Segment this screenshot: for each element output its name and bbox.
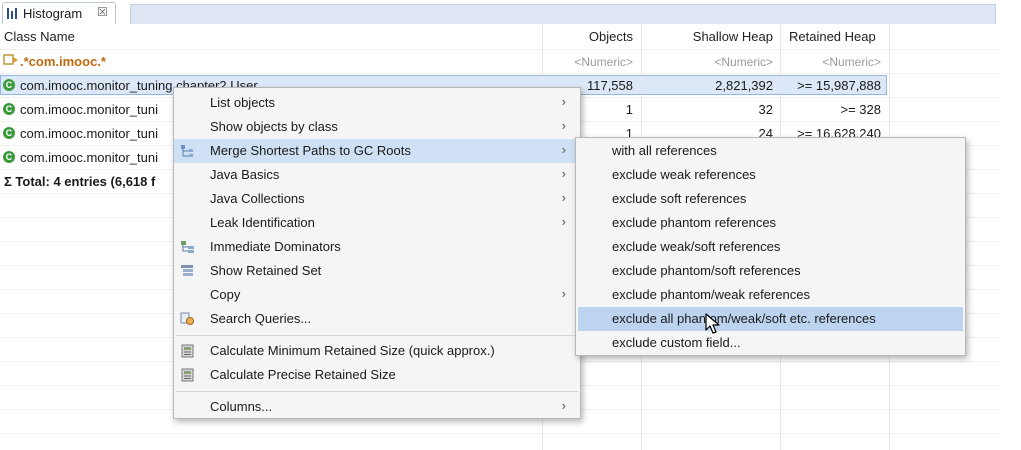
submenu-item-exclude-custom-field[interactable]: exclude custom field...: [576, 331, 965, 355]
table-row-shallow-heap: 32: [758, 102, 773, 117]
submenu-item-with-all-references[interactable]: with all references: [576, 139, 965, 163]
total-row: Σ Total: 4 entries (6,618 f: [4, 174, 156, 189]
class-icon: C: [3, 79, 15, 91]
submenu-item-exclude-weak-soft[interactable]: exclude weak/soft references: [576, 235, 965, 259]
chevron-right-icon: ›: [561, 398, 566, 413]
submenu-item-exclude-phantom-weak[interactable]: exclude phantom/weak references: [576, 283, 965, 307]
close-icon[interactable]: ☒: [97, 5, 108, 19]
table-row-retained-heap: >= 15,987,888: [797, 78, 881, 93]
chevron-right-icon: ›: [561, 166, 566, 181]
submenu-item-exclude-weak[interactable]: exclude weak references: [576, 163, 965, 187]
calculator-icon: [181, 368, 194, 382]
menu-item-merge-shortest-paths[interactable]: Merge Shortest Paths to GC Roots ›: [174, 139, 580, 163]
menu-item-calculate-minimum-retained-size[interactable]: Calculate Minimum Retained Size (quick a…: [174, 339, 580, 363]
row-divider: [0, 49, 1000, 50]
menu-item-show-objects-by-class[interactable]: Show objects by class ›: [174, 115, 580, 139]
calculator-icon: [181, 344, 194, 358]
menu-item-copy[interactable]: Copy ›: [174, 283, 580, 307]
submenu-item-exclude-phantom[interactable]: exclude phantom references: [576, 211, 965, 235]
chevron-right-icon: ›: [561, 190, 566, 205]
submenu-item-exclude-phantom-soft[interactable]: exclude phantom/soft references: [576, 259, 965, 283]
mouse-pointer-icon: [705, 313, 720, 334]
class-name-filter[interactable]: .*com.imooc.*: [20, 54, 106, 69]
menu-item-calculate-precise-retained-size[interactable]: Calculate Precise Retained Size: [174, 363, 580, 387]
context-menu: List objects › Show objects by class › M…: [173, 87, 581, 419]
regex-filter-icon: [3, 54, 18, 65]
search-queries-icon: [180, 312, 194, 325]
tab-strip: [130, 4, 996, 24]
menu-separator: [176, 335, 578, 336]
tab-label: Histogram: [23, 6, 83, 21]
class-icon: C: [3, 103, 15, 115]
table-row-class-name[interactable]: com.imooc.monitor_tuni: [20, 102, 158, 117]
row-divider: [0, 433, 1000, 434]
table-row-retained-heap: >= 328: [840, 102, 882, 117]
menu-separator: [176, 391, 578, 392]
chevron-right-icon: ›: [561, 142, 566, 157]
shallow-heap-filter[interactable]: <Numeric>: [645, 55, 773, 69]
table-row-shallow-heap: 2,821,392: [715, 78, 773, 93]
menu-item-search-queries[interactable]: Search Queries...: [174, 307, 580, 331]
submenu-item-exclude-soft[interactable]: exclude soft references: [576, 187, 965, 211]
table-row-class-name[interactable]: com.imooc.monitor_tuni: [20, 150, 158, 165]
column-header-class-name[interactable]: Class Name: [4, 29, 75, 44]
merge-paths-submenu: with all references exclude weak referen…: [575, 137, 966, 356]
chevron-right-icon: ›: [561, 214, 566, 229]
tab-histogram[interactable]: Histogram ☒: [2, 2, 116, 24]
editor-tab-bar: Histogram ☒: [0, 0, 1000, 24]
chevron-right-icon: ›: [561, 286, 566, 301]
histogram-icon: [7, 8, 19, 19]
menu-item-columns[interactable]: Columns... ›: [174, 395, 580, 419]
class-icon: C: [3, 127, 15, 139]
menu-item-java-basics[interactable]: Java Basics ›: [174, 163, 580, 187]
chevron-right-icon: ›: [561, 94, 566, 109]
menu-item-immediate-dominators[interactable]: Immediate Dominators: [174, 235, 580, 259]
chevron-right-icon: ›: [561, 118, 566, 133]
dominator-tree-icon: [181, 241, 194, 253]
retained-heap-filter[interactable]: <Numeric>: [785, 55, 881, 69]
column-header-shallow-heap[interactable]: Shallow Heap: [645, 29, 773, 44]
menu-item-show-retained-set[interactable]: Show Retained Set: [174, 259, 580, 283]
column-header-objects[interactable]: Objects: [545, 29, 633, 44]
retained-set-icon: [181, 265, 193, 276]
column-header-retained-heap[interactable]: Retained Heap: [789, 29, 876, 44]
menu-item-list-objects[interactable]: List objects ›: [174, 91, 580, 115]
merge-paths-icon: [181, 145, 193, 157]
class-icon: C: [3, 151, 15, 163]
row-divider: [0, 73, 1000, 74]
menu-item-leak-identification[interactable]: Leak Identification ›: [174, 211, 580, 235]
objects-filter[interactable]: <Numeric>: [545, 55, 633, 69]
menu-item-java-collections[interactable]: Java Collections ›: [174, 187, 580, 211]
submenu-item-exclude-all-phantom-weak-soft[interactable]: exclude all phantom/weak/soft etc. refer…: [578, 307, 963, 331]
table-row-class-name[interactable]: com.imooc.monitor_tuni: [20, 126, 158, 141]
